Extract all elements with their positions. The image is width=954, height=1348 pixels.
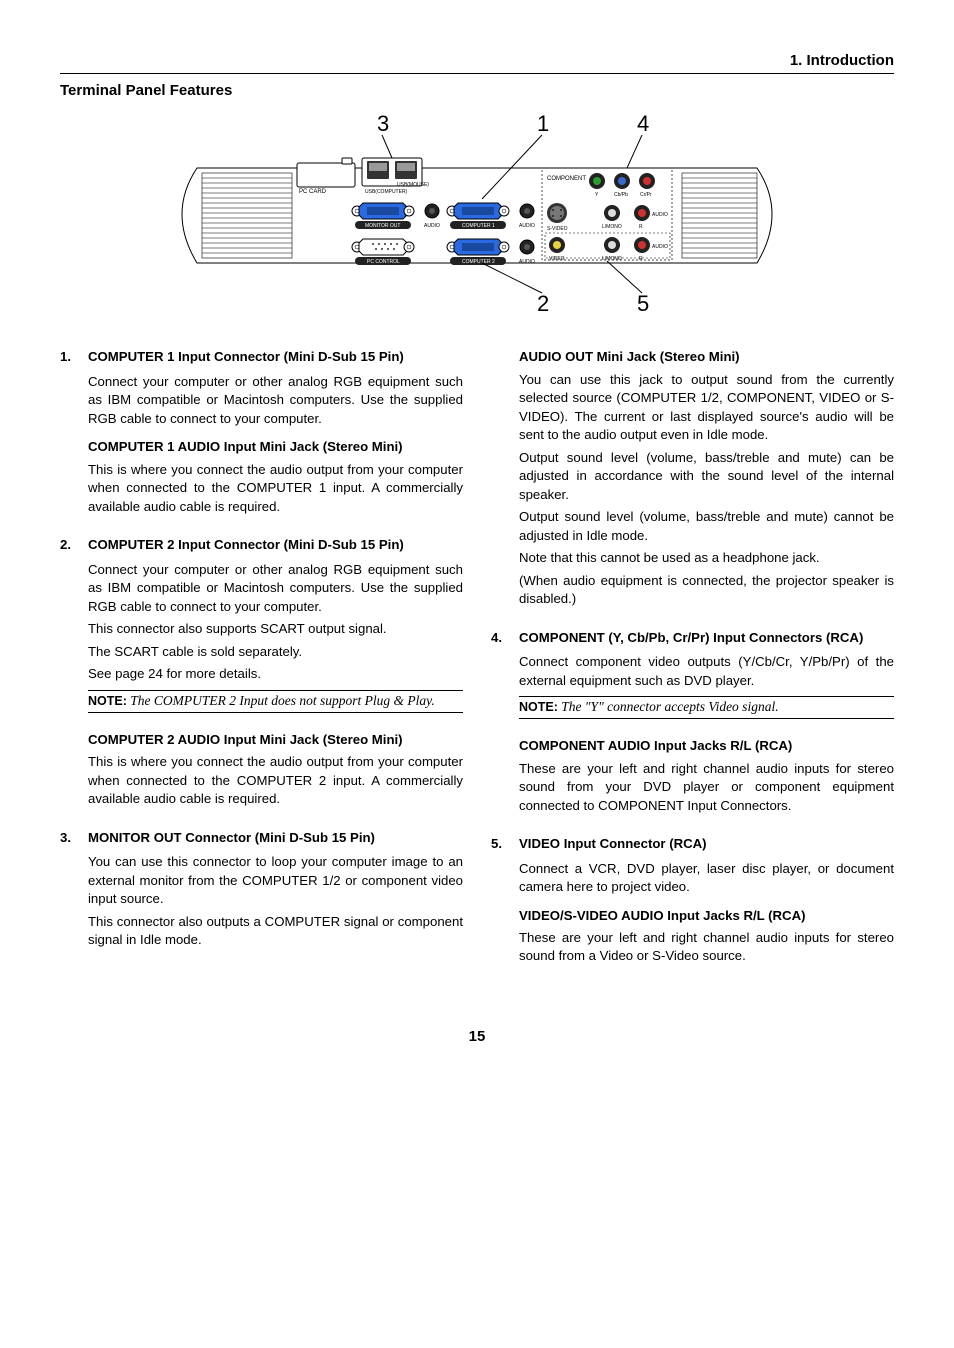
item-number: 2. [60,536,88,554]
svg-text:Cb/Pb: Cb/Pb [614,192,628,198]
paragraph: Connect your computer or other analog RG… [88,373,463,428]
left-column: 1.COMPUTER 1 Input Connector (Mini D-Sub… [60,348,463,985]
svg-text:R: R [639,224,643,230]
paragraph: Connect component video outputs (Y/Cb/Cr… [519,653,894,690]
callout-4: 4 [637,113,649,136]
svg-text:AUDIO: AUDIO [652,212,668,218]
paragraph: These are your left and right channel au… [519,760,894,815]
svg-text:USB(MOUSE): USB(MOUSE) [397,182,429,188]
callout-2: 2 [537,291,549,313]
svg-text:MONITOR OUT: MONITOR OUT [365,223,400,229]
item-2: 2.COMPUTER 2 Input Connector (Mini D-Sub… [60,536,463,808]
paragraph: This connector also outputs a COMPUTER s… [88,913,463,950]
paragraph: You can use this jack to output sound fr… [519,371,894,445]
paragraph: These are your left and right channel au… [519,929,894,966]
svg-text:AUDIO: AUDIO [424,223,440,229]
item-number: 3. [60,829,88,847]
item-title: COMPUTER 2 Input Connector (Mini D-Sub 1… [88,536,404,554]
paragraph: (When audio equipment is connected, the … [519,572,894,609]
item-title: MONITOR OUT Connector (Mini D-Sub 15 Pin… [88,829,375,847]
note: NOTE: The "Y" connector accepts Video si… [519,696,894,719]
right-column: AUDIO OUT Mini Jack (Stereo Mini) You ca… [491,348,894,985]
svg-text:COMPUTER 2: COMPUTER 2 [462,259,495,265]
sub-title: VIDEO/S-VIDEO AUDIO Input Jacks R/L (RCA… [519,907,894,925]
svg-text:USB(COMPUTER): USB(COMPUTER) [365,189,408,195]
svg-text:L/MONO: L/MONO [602,256,622,262]
item-title: VIDEO Input Connector (RCA) [519,835,707,853]
callout-3: 3 [377,113,389,136]
section-title: Terminal Panel Features [60,80,894,101]
svg-text:COMPONENT: COMPONENT [547,176,586,182]
paragraph: This is where you connect the audio outp… [88,461,463,516]
item-number: 5. [491,835,519,853]
item-number: 1. [60,348,88,366]
item-title: COMPONENT (Y, Cb/Pb, Cr/Pr) Input Connec… [519,629,863,647]
paragraph: Connect your computer or other analog RG… [88,561,463,616]
paragraph: Connect a VCR, DVD player, laser disc pl… [519,860,894,897]
sub-title: AUDIO OUT Mini Jack (Stereo Mini) [519,348,894,366]
paragraph: This connector also supports SCART outpu… [88,620,463,638]
note: NOTE: The COMPUTER 2 Input does not supp… [88,690,463,713]
paragraph: The SCART cable is sold separately. [88,643,463,661]
svg-text:AUDIO: AUDIO [519,259,535,265]
svg-text:PC CONTROL: PC CONTROL [367,259,400,265]
svg-text:Cr/Pr: Cr/Pr [640,192,652,198]
paragraph: Note that this cannot be used as a headp… [519,549,894,567]
item-4: 4.COMPONENT (Y, Cb/Pb, Cr/Pr) Input Conn… [491,629,894,815]
paragraph: See page 24 for more details. [88,665,463,683]
item-title: COMPUTER 1 Input Connector (Mini D-Sub 1… [88,348,404,366]
chapter-heading: 1. Introduction [60,50,894,74]
item-1: 1.COMPUTER 1 Input Connector (Mini D-Sub… [60,348,463,516]
paragraph: Output sound level (volume, bass/treble … [519,508,894,545]
svg-text:VIDEO: VIDEO [549,256,565,262]
svg-text:AUDIO: AUDIO [519,223,535,229]
svg-text:AUDIO: AUDIO [652,244,668,250]
sub-title: COMPUTER 2 AUDIO Input Mini Jack (Stereo… [88,731,463,749]
terminal-panel-diagram: 3 1 4 2 5 PC CARD USB(COMPUTER) USB(MOUS… [60,113,894,318]
sub-title: COMPUTER 1 AUDIO Input Mini Jack (Stereo… [88,438,463,456]
sub-title: COMPONENT AUDIO Input Jacks R/L (RCA) [519,737,894,755]
paragraph: You can use this connector to loop your … [88,853,463,908]
item-number: 4. [491,629,519,647]
item-3: 3.MONITOR OUT Connector (Mini D-Sub 15 P… [60,829,463,950]
paragraph: This is where you connect the audio outp… [88,753,463,808]
page-number: 15 [60,1026,894,1047]
svg-text:R: R [639,256,643,262]
svg-text:PC CARD: PC CARD [299,189,327,195]
svg-text:COMPUTER 1: COMPUTER 1 [462,223,495,229]
callout-1: 1 [537,113,549,136]
svg-text:L/MONO: L/MONO [602,224,622,230]
paragraph: Output sound level (volume, bass/treble … [519,449,894,504]
item-audio-out: AUDIO OUT Mini Jack (Stereo Mini) You ca… [491,348,894,608]
item-5: 5.VIDEO Input Connector (RCA) Connect a … [491,835,894,966]
svg-text:S-VIDEO: S-VIDEO [547,226,568,232]
callout-5: 5 [637,291,649,313]
